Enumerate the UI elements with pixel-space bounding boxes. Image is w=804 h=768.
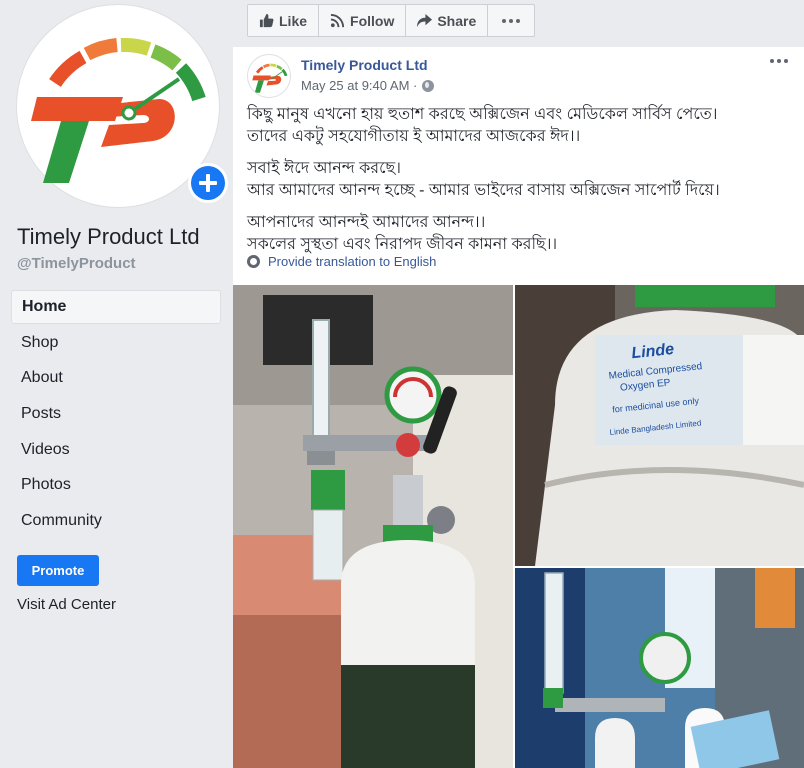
share-arrow-icon [417, 13, 433, 28]
translate-row: Provide translation to English [247, 254, 436, 269]
page-title: Timely Product Ltd [17, 224, 200, 249]
post-line: সকলের সুস্থতা এবং নিরাপদ জীবন কামনা করছি… [247, 236, 558, 253]
nav-item-shop[interactable]: Shop [11, 326, 221, 362]
timely-logo-icon [252, 63, 288, 93]
post-options-button[interactable] [770, 59, 788, 63]
rss-icon [330, 13, 345, 28]
page-profile-picture[interactable] [16, 4, 228, 208]
thumbs-up-icon [259, 13, 274, 28]
follow-button[interactable]: Follow [319, 5, 407, 36]
nav-item-photos[interactable]: Photos [11, 468, 221, 504]
nav-item-videos[interactable]: Videos [11, 433, 221, 469]
nav-item-posts[interactable]: Posts [11, 397, 221, 433]
gear-icon [247, 255, 260, 268]
post-timestamp-row: May 25 at 9:40 AM · [301, 78, 435, 93]
share-button[interactable]: Share [406, 5, 489, 36]
more-dots-icon [502, 18, 521, 23]
like-label: Like [279, 12, 308, 29]
post-line: কিছু মানুষ এখনো হায় হুতাশ করছে অক্সিজেন… [247, 106, 718, 123]
translate-link[interactable]: Provide translation to English [268, 254, 436, 269]
post-photo-delivery[interactable] [515, 568, 804, 768]
post-paragraph: আপনাদের আনন্দই আমাদের আনন্দ।। সকলের সুস্… [247, 212, 787, 256]
page-action-bar: Like Follow Share [247, 4, 536, 37]
post-paragraph: সবাই ঈদে আনন্দ করছে। আর আমাদের আনন্দ হচ্… [247, 158, 787, 202]
page-nav: Home Shop About Posts Videos Photos Comm… [11, 290, 221, 540]
promote-button[interactable]: Promote [17, 555, 99, 586]
post-photo-cylinder[interactable] [233, 285, 513, 768]
nav-item-about[interactable]: About [11, 361, 221, 397]
post-paragraph: কিছু মানুষ এখনো হায় হুতাশ করছে অক্সিজেন… [247, 104, 787, 148]
timely-logo-icon [31, 37, 206, 183]
post-line: তাদের একটু সহযোগীতায় ই আমাদের আজকের ঈদ।… [247, 128, 581, 145]
nav-item-community[interactable]: Community [11, 504, 221, 540]
page-username[interactable]: @TimelyProduct [17, 255, 136, 272]
post-line: সবাই ঈদে আনন্দ করছে। [247, 160, 401, 177]
add-photo-button[interactable] [188, 163, 228, 203]
post-line: আপনাদের আনন্দই আমাদের আনন্দ।। [247, 214, 486, 231]
post-timestamp[interactable]: May 25 at 9:40 AM · [301, 78, 417, 93]
nav-item-home[interactable]: Home [11, 290, 221, 324]
post-author-avatar[interactable] [247, 54, 291, 98]
follow-label: Follow [350, 12, 395, 29]
share-label: Share [437, 12, 477, 29]
left-column: Timely Product Ltd @TimelyProduct Home S… [0, 0, 233, 768]
globe-icon [422, 79, 435, 92]
plus-icon [191, 166, 225, 200]
post-author-name[interactable]: Timely Product Ltd [301, 57, 428, 73]
post-body: কিছু মানুষ এখনো হায় হুতাশ করছে অক্সিজেন… [247, 104, 787, 266]
post-photo-label[interactable]: Linde Medical Compressed Oxygen EP for m… [515, 285, 804, 566]
post-card: Timely Product Ltd May 25 at 9:40 AM · ক… [233, 47, 804, 768]
visit-ad-center-link[interactable]: Visit Ad Center [17, 596, 116, 613]
like-button[interactable]: Like [248, 5, 320, 36]
more-options-button[interactable] [488, 5, 534, 36]
post-line: আর আমাদের আনন্দ হচ্ছে - আমার ভাইদের বাসা… [247, 182, 720, 199]
